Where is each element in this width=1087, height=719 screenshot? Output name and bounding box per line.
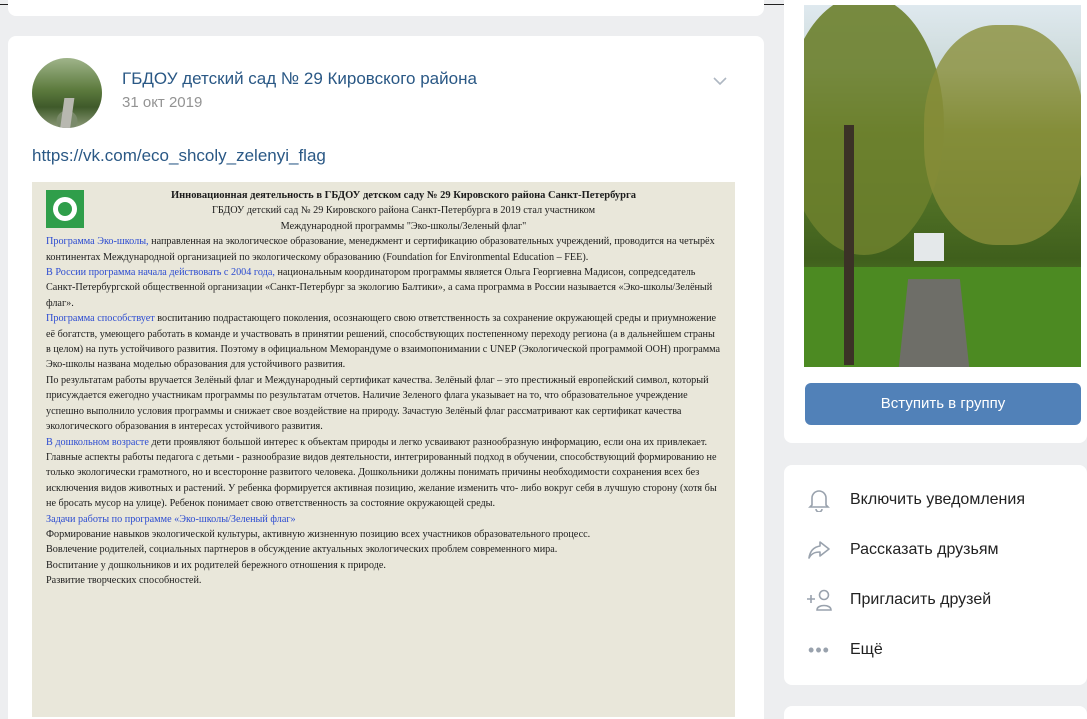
doc-highlight: В России программа начала действовать с …	[46, 267, 275, 279]
chevron-down-icon[interactable]	[713, 74, 727, 88]
next-sidebar-card	[784, 706, 1087, 719]
previous-post-card	[8, 0, 764, 16]
action-more[interactable]: ••• Ещё	[804, 633, 883, 667]
doc-header: Инновационная деятельность в ГБДОУ детск…	[46, 188, 721, 234]
action-share[interactable]: Рассказать друзьям	[804, 533, 999, 567]
action-label: Рассказать друзьям	[850, 541, 999, 558]
add-friend-icon	[804, 588, 834, 612]
doc-paragraph-4: По результатам работы вручается Зелёный …	[46, 374, 709, 433]
doc-list-item: Воспитание у дошкольников и их родителей…	[46, 559, 386, 571]
action-invite[interactable]: Пригласить друзей	[804, 583, 991, 617]
action-notifications[interactable]: Включить уведомления	[804, 483, 1025, 517]
post-author[interactable]: ГБДОУ детский сад № 29 Кировского района	[122, 69, 477, 89]
share-icon	[804, 538, 834, 562]
post-card: ГБДОУ детский сад № 29 Кировского района…	[8, 36, 764, 719]
green-flag-logo-icon	[46, 190, 84, 228]
doc-paragraph-1: Программа Эко-школы, направленная на эко…	[46, 234, 721, 265]
more-icon: •••	[808, 639, 830, 660]
doc-subheading-1: ГБДОУ детский сад № 29 Кировского района…	[211, 205, 596, 217]
doc-list-item: Формирование навыков экологической культ…	[46, 528, 591, 540]
group-cover-photo[interactable]	[804, 5, 1081, 367]
post-image-document[interactable]: Инновационная деятельность в ГБДОУ детск…	[32, 182, 735, 717]
doc-paragraph-3: Программа способствует воспитанию подрас…	[46, 311, 721, 373]
group-actions-card: Включить уведомления Рассказать друзьям …	[784, 465, 1087, 685]
post-link[interactable]: https://vk.com/eco_shcoly_zelenyi_flag	[32, 146, 326, 166]
action-label: Ещё	[850, 641, 883, 658]
doc-highlight: Программа способствует	[46, 313, 155, 325]
doc-paragraph-5: В дошкольном возрасте дети проявляют бол…	[46, 435, 721, 512]
group-cover-card	[784, 0, 1087, 443]
doc-highlight: Программа Эко-школы,	[46, 236, 149, 248]
doc-paragraph-2: В России программа начала действовать с …	[46, 265, 721, 311]
post-date[interactable]: 31 окт 2019	[122, 94, 202, 111]
doc-list-item: Вовлечение родителей, социальных партнер…	[46, 544, 558, 556]
doc-subheading-2: Международной программы "Эко-школы/Зелен…	[280, 220, 527, 232]
bell-icon	[804, 488, 834, 512]
action-label: Включить уведомления	[850, 491, 1025, 508]
join-group-button[interactable]: Вступить в группу	[805, 383, 1081, 425]
doc-heading: Инновационная деятельность в ГБДОУ детск…	[170, 190, 637, 201]
doc-list-item: Развитие творческих способностей.	[46, 575, 202, 587]
group-avatar[interactable]	[32, 58, 102, 128]
action-label: Пригласить друзей	[850, 591, 992, 608]
doc-highlight: В дошкольном возрасте	[46, 436, 149, 448]
doc-tasks-heading: Задачи работы по программе «Эко-школы/Зе…	[46, 513, 296, 525]
